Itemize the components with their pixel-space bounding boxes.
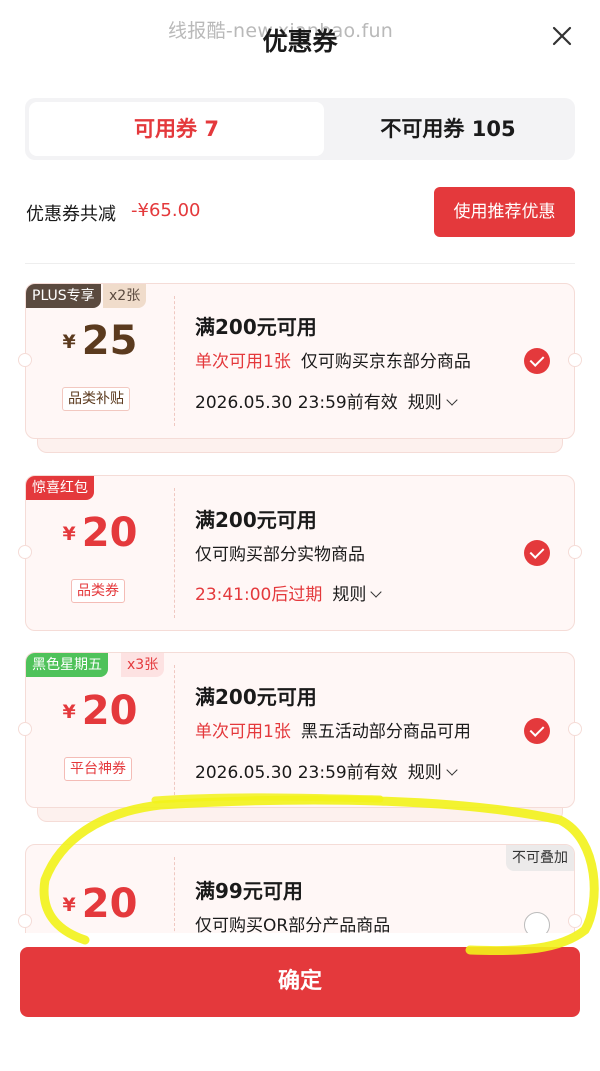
non-stackable-tag: 不可叠加 bbox=[506, 845, 574, 871]
coupon-divider bbox=[174, 296, 175, 426]
coupon-scope: 黑五活动部分商品可用 bbox=[300, 722, 471, 742]
checked-icon[interactable] bbox=[524, 348, 550, 374]
coupon-tabs: 可用券 7 不可用券 105 bbox=[25, 98, 575, 160]
currency-symbol: ¥ bbox=[62, 894, 76, 916]
coupon-sheet: 线报酷-new.xianbao.fun 优惠券 可用券 7 不可用券 105 优… bbox=[0, 0, 600, 1071]
confirm-button[interactable]: 确定 bbox=[20, 947, 580, 1017]
coupon-card[interactable]: PLUS专享 x2张 ¥25 品类补贴 满200元可用 单次可用1张 仅可购买京东… bbox=[18, 283, 582, 439]
coupon-expiry: 23:41:00后过期 bbox=[195, 585, 323, 605]
coupon-validity-line: 2026.05.30 23:59前有效 规则 bbox=[195, 758, 458, 783]
coupon-scope-line: 单次可用1张 仅可购买京东部分商品 bbox=[195, 347, 471, 372]
coupon-limit: 单次可用1张 bbox=[195, 722, 291, 742]
coupon-value: 25 bbox=[81, 318, 138, 364]
coupon-scope: 仅可购买京东部分商品 bbox=[300, 352, 471, 372]
coupon-validity-line: 23:41:00后过期 规则 bbox=[195, 580, 383, 605]
coupon-value: 20 bbox=[81, 881, 138, 927]
coupon-stack-shadow bbox=[37, 437, 563, 453]
coupon-notch bbox=[568, 914, 582, 928]
sheet-header: 线报酷-new.xianbao.fun 优惠券 bbox=[0, 0, 600, 80]
coupon-scope: 仅可购买部分实物商品 bbox=[195, 545, 365, 565]
coupon-rule-link[interactable]: 规则 bbox=[408, 763, 442, 783]
coupon-amount: ¥20 bbox=[26, 688, 174, 734]
discount-summary-label: 优惠券共减 bbox=[26, 204, 116, 225]
coupon-title: 满99元可用 bbox=[195, 879, 303, 903]
coupon-notch bbox=[568, 722, 582, 736]
coupon-amount: ¥20 bbox=[26, 510, 174, 556]
coupon-scope-line: 仅可购买部分实物商品 bbox=[195, 540, 365, 565]
coupon-validity: 2026.05.30 23:59前有效 bbox=[195, 763, 398, 783]
coupon-validity-line: 2026.05.30 23:59前有效 规则 bbox=[195, 388, 458, 413]
coupon-amount: ¥25 bbox=[26, 318, 174, 364]
coupon-rule-link[interactable]: 规则 bbox=[408, 393, 442, 413]
coupon-scope-line: 单次可用1张 黑五活动部分商品可用 bbox=[195, 717, 471, 742]
use-recommended-button[interactable]: 使用推荐优惠 bbox=[434, 187, 575, 237]
chevron-down-icon bbox=[446, 394, 458, 406]
coupon-value: 20 bbox=[81, 510, 138, 556]
close-icon[interactable] bbox=[548, 22, 576, 50]
currency-symbol: ¥ bbox=[62, 523, 76, 545]
coupon-category-badge: 品类补贴 bbox=[62, 387, 130, 411]
divider bbox=[25, 263, 575, 264]
chevron-down-icon bbox=[446, 764, 458, 776]
checked-icon[interactable] bbox=[524, 540, 550, 566]
checked-icon[interactable] bbox=[524, 718, 550, 744]
tab-available[interactable]: 可用券 7 bbox=[29, 102, 324, 156]
coupon-stack-shadow bbox=[37, 806, 563, 822]
coupon-rule-link[interactable]: 规则 bbox=[332, 585, 366, 605]
coupon-divider bbox=[174, 665, 175, 795]
coupon-validity: 2026.05.30 23:59前有效 bbox=[195, 393, 398, 413]
coupon-category-badge: 平台神券 bbox=[64, 757, 132, 781]
page-title: 优惠券 bbox=[262, 27, 338, 56]
coupon-tag: 惊喜红包 bbox=[26, 476, 94, 500]
currency-symbol: ¥ bbox=[62, 331, 76, 353]
coupon-count-tag: x3张 bbox=[121, 653, 165, 677]
coupon-tag: PLUS专享 bbox=[26, 284, 101, 308]
coupon-title: 满200元可用 bbox=[195, 685, 317, 709]
coupon-tag: 黑色星期五 bbox=[26, 653, 108, 677]
coupon-card[interactable]: 黑色星期五 x3张 ¥20 平台神券 满200元可用 单次可用1张 黑五活动部分商… bbox=[18, 652, 582, 808]
coupon-title: 满200元可用 bbox=[195, 508, 317, 532]
discount-summary-amount: -¥65.00 bbox=[131, 200, 201, 221]
coupon-notch bbox=[568, 545, 582, 559]
coupon-limit: 单次可用1张 bbox=[195, 352, 291, 372]
tab-unavailable[interactable]: 不可用券 105 bbox=[325, 102, 571, 156]
coupon-category-badge: 品类券 bbox=[71, 579, 125, 603]
coupon-title: 满200元可用 bbox=[195, 315, 317, 339]
coupon-card[interactable]: 惊喜红包 ¥20 品类券 满200元可用 仅可购买部分实物商品 23:41:00… bbox=[18, 475, 582, 631]
currency-symbol: ¥ bbox=[62, 701, 76, 723]
coupon-divider bbox=[174, 488, 175, 618]
bottom-action-bar: 确定 bbox=[0, 933, 600, 1071]
coupon-notch bbox=[568, 353, 582, 367]
chevron-down-icon bbox=[370, 586, 383, 598]
coupon-value: 20 bbox=[81, 688, 138, 734]
coupon-amount: ¥20 bbox=[26, 881, 174, 927]
coupon-count-tag: x2张 bbox=[103, 284, 147, 308]
